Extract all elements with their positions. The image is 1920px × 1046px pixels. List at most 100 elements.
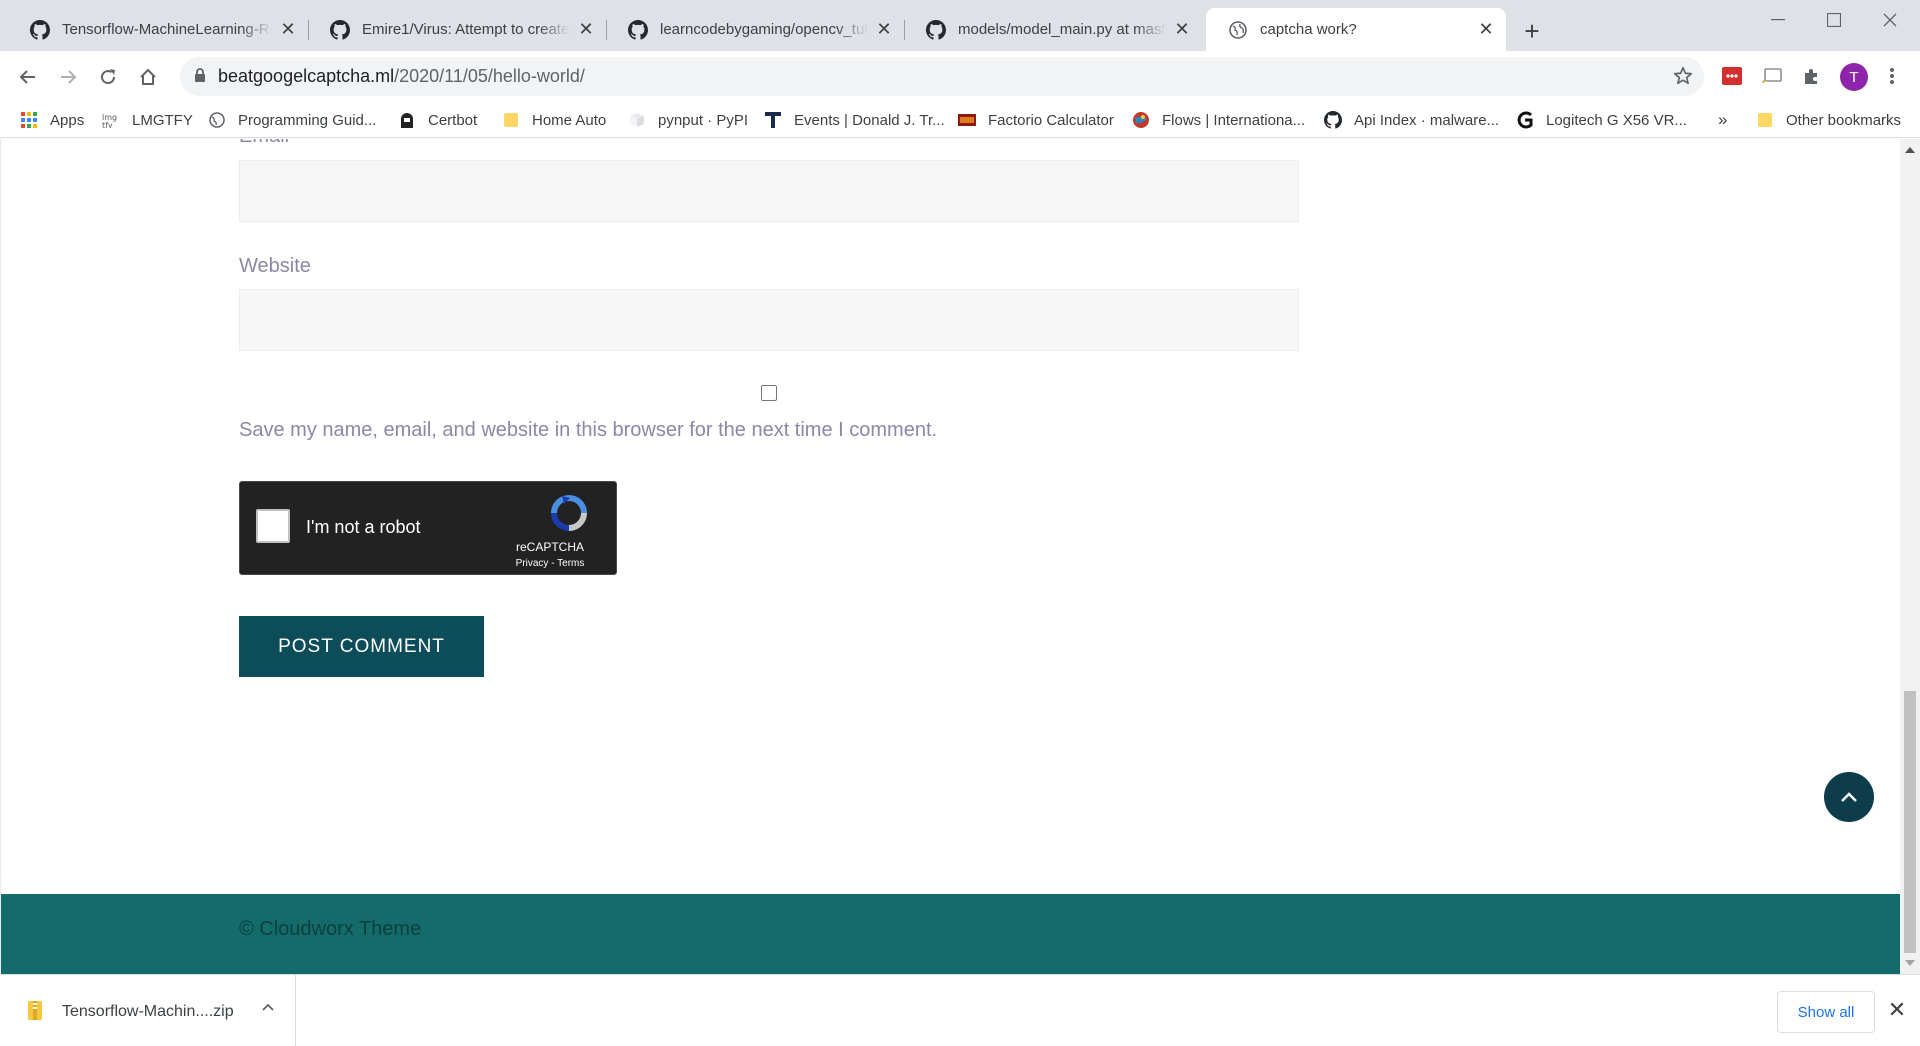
browser-toolbar: beatgoogelcaptcha.ml/2020/11/05/hello-wo… [0,51,1920,102]
bookmark-lmgtfy[interactable]: lmg tfy LMGTFY [102,108,193,132]
github-icon [926,19,946,40]
home-icon[interactable] [132,61,164,93]
bookmark-logitech[interactable]: Logitech G X56 VR... [1516,108,1687,132]
page-content: Email Website Save my name, email, and w… [0,139,1900,974]
minimize-icon[interactable] [1750,0,1806,40]
url-path: /2020/11/05/hello-world/ [394,66,585,86]
recaptcha-widget: I'm not a robot reCAPTCHA Privacy - Term… [239,481,617,575]
bookmark-label: Home Auto [532,111,607,129]
bookmark-label: Api Index · malware... [1354,111,1500,129]
tab-tensorflow[interactable]: Tensorflow-MachineLearning-Re ✕ [8,8,309,51]
scroll-to-top-button[interactable] [1824,772,1874,822]
github-icon [628,19,648,40]
bookmark-pynput[interactable]: pynput · PyPI [628,108,748,132]
close-icon[interactable]: ✕ [1476,19,1496,40]
scroll-down-arrow-icon[interactable] [1905,960,1915,966]
close-icon[interactable]: ✕ [874,19,894,40]
tab-title: Tensorflow-MachineLearning-Re [62,21,272,38]
email-label: Email [239,139,289,148]
globe-icon [208,111,226,129]
tab-captcha-work[interactable]: captcha work? ✕ [1206,8,1506,51]
bookmark-apps[interactable]: Apps [20,108,84,132]
tab-opencv[interactable]: learncodebygaming/opencv_tuto ✕ [606,8,905,51]
globe-icon [1228,20,1248,40]
bookmark-label: pynput · PyPI [658,111,749,129]
tab-strip: Tensorflow-MachineLearning-Re ✕ Emire1/V… [0,0,1920,51]
scrollbar-thumb[interactable] [1904,691,1916,953]
cast-icon[interactable] [1760,64,1784,88]
recaptcha-brand: reCAPTCHA [515,540,584,554]
back-arrow-icon[interactable] [12,61,44,93]
close-icon[interactable]: ✕ [1172,19,1192,40]
github-icon [30,19,50,40]
tab-models[interactable]: models/model_main.py at master ✕ [904,8,1202,51]
close-icon[interactable]: ✕ [278,19,298,40]
footer-copyright: © Cloudworx Theme [239,918,422,940]
tab-title: Emire1/Virus: Attempt to create a [362,21,570,38]
folder-icon [1756,111,1774,129]
bookmark-label: Certbot [428,111,478,129]
bookmark-label: Events | Donald J. Tr... [794,111,945,129]
bookmark-certbot[interactable]: Certbot [398,108,477,132]
bookmark-label: LMGTFY [132,111,193,129]
certbot-icon [398,111,416,129]
profile-avatar[interactable]: T [1840,63,1868,91]
post-comment-button[interactable]: POST COMMENT [239,616,484,677]
bookmark-api-index[interactable]: Api Index · malware... [1324,108,1499,132]
show-all-downloads-button[interactable]: Show all [1777,991,1875,1033]
scroll-up-arrow-icon[interactable] [1905,147,1915,153]
extension-red-icon[interactable] [1720,64,1744,88]
tab-title: captcha work? [1260,21,1357,38]
close-icon[interactable]: ✕ [1886,997,1908,1022]
recaptcha-privacy-terms-link[interactable]: Privacy - Terms [500,558,600,569]
download-filename: Tensorflow-Machin....zip [62,1003,234,1020]
bookmark-programming-guide[interactable]: Programming Guid... [208,108,376,132]
factorio-icon [958,111,976,129]
url-text[interactable]: beatgoogelcaptcha.ml/2020/11/05/hello-wo… [218,66,585,87]
lmgtfy-icon: lmg tfy [102,111,120,129]
website-label: Website [239,255,311,277]
close-icon[interactable]: ✕ [576,19,596,40]
bookmark-events-trump[interactable]: Events | Donald J. Tr... [764,108,945,132]
bookmark-factorio[interactable]: Factorio Calculator [958,108,1114,132]
svg-text:tfy: tfy [102,121,113,128]
download-item[interactable]: Tensorflow-Machin....zip [0,975,296,1046]
extensions-puzzle-icon[interactable] [1800,64,1824,88]
bookmark-label: Factorio Calculator [988,111,1114,129]
bookmark-home-auto[interactable]: Home Auto [502,108,606,132]
maximize-icon[interactable] [1806,0,1862,40]
page-scrollbar[interactable] [1900,139,1920,974]
window-close-icon[interactable] [1862,0,1918,40]
tab-title: models/model_main.py at master [958,21,1166,38]
chevron-up-icon[interactable] [260,999,276,1015]
bookmark-star-icon[interactable] [1672,65,1694,92]
bookmark-label: Apps [50,111,85,129]
forward-arrow-icon[interactable] [52,61,84,93]
bookmark-flows[interactable]: Flows | Internationa... [1132,108,1305,132]
tab-virus[interactable]: Emire1/Virus: Attempt to create a ✕ [308,8,607,51]
save-info-label: Save my name, email, and website in this… [239,419,938,441]
lock-icon[interactable] [194,68,206,88]
github-icon [330,19,350,40]
bookmark-label: Flows | Internationa... [1162,111,1306,129]
menu-kebab-icon[interactable] [1880,64,1904,88]
recaptcha-checkbox[interactable] [256,509,290,543]
globe-color-icon [1132,111,1150,129]
zip-file-icon [28,1001,42,1020]
logitech-icon [1516,111,1534,129]
bookmark-other-bookmarks[interactable]: Other bookmarks [1756,108,1901,132]
new-tab-button[interactable]: + [1518,16,1546,46]
bookmark-label: Other bookmarks [1786,111,1902,129]
bookmark-label: » [1718,110,1728,129]
website-field[interactable] [239,289,1299,351]
trump-t-icon [764,111,782,129]
github-icon [1324,111,1342,129]
address-bar[interactable]: beatgoogelcaptcha.ml/2020/11/05/hello-wo… [180,57,1704,96]
chevron-up-icon [1841,792,1857,802]
bookmarks-bar: Apps lmg tfy LMGTFY Programming Guid... C… [0,102,1920,138]
tab-title: learncodebygaming/opencv_tuto [660,21,868,38]
bookmarks-overflow-chevron-icon[interactable]: » [1718,108,1727,132]
save-info-checkbox[interactable] [761,385,777,401]
email-field[interactable] [239,160,1299,222]
reload-icon[interactable] [92,61,124,93]
